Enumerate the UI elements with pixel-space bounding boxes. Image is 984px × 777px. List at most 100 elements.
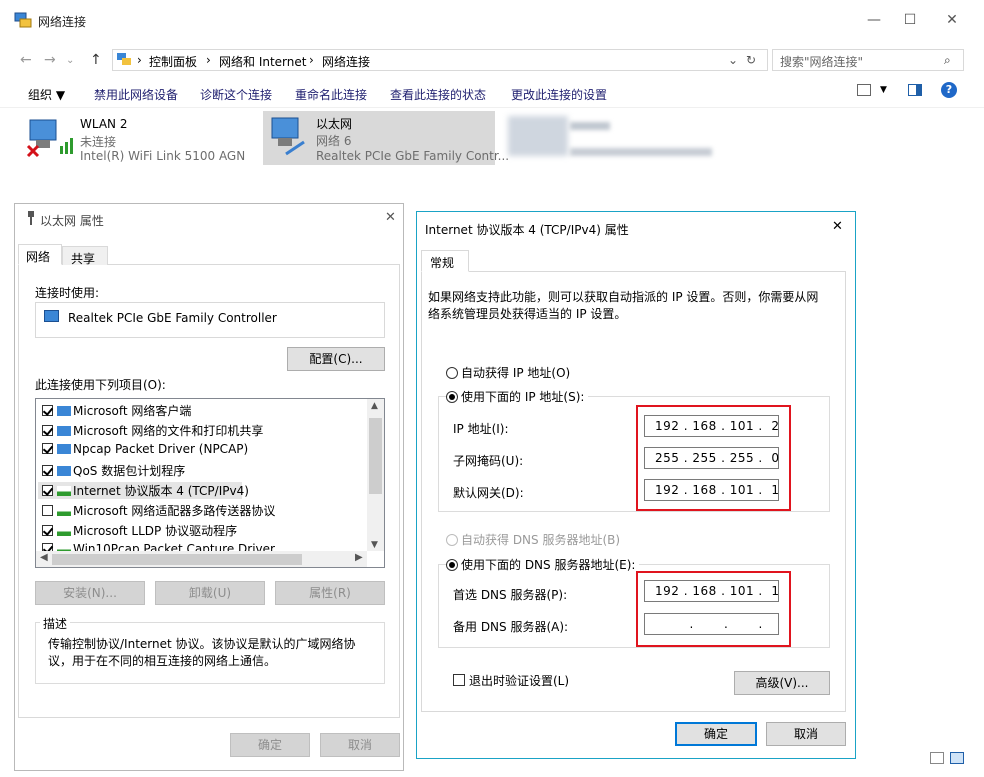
properties-button[interactable]: 属性(R) [275,581,385,605]
manual-ip-option[interactable]: 使用下面的 IP 地址(S): [446,388,589,405]
checkbox[interactable] [42,443,53,454]
details-view-icon[interactable] [930,752,944,764]
manual-dns-option[interactable]: 使用下面的 DNS 服务器地址(E): [446,556,640,573]
list-item[interactable]: Microsoft 网络适配器多路传送器协议 [42,502,275,519]
wlan-adapter-icon[interactable] [26,116,74,162]
rename-button[interactable]: 重命名此连接 [295,86,367,103]
network-client-icon [57,426,71,436]
breadcrumb-control-panel[interactable]: 控制面板 [149,53,197,70]
validate-checkbox[interactable] [453,674,465,686]
auto-dns-label: 自动获得 DNS 服务器地址(B) [461,533,621,547]
blurred-connection-adapter [570,148,712,156]
network-connections-icon [14,12,32,28]
ethernet-cancel-button[interactable]: 取消 [320,733,400,757]
protocol-icon [57,486,71,496]
ipv4-cancel-button[interactable]: 取消 [766,722,846,746]
checkbox[interactable] [42,485,53,496]
scroll-right-icon[interactable]: ▶ [355,552,363,563]
preferred-dns-label: 首选 DNS 服务器(P): [453,588,568,602]
scroll-up-icon[interactable]: ▲ [371,401,378,411]
diagnose-button[interactable]: 诊断这个连接 [200,86,272,103]
list-item-label: Microsoft 网络客户端 [73,404,192,418]
address-dropdown-icon[interactable]: ⌄ [728,53,738,67]
manual-dns-radio[interactable] [446,559,458,571]
scroll-left-icon[interactable]: ◀ [40,552,48,563]
ethernet-dialog-close-icon[interactable]: ✕ [385,210,396,225]
refresh-icon[interactable]: ↻ [746,53,756,67]
view-dropdown-icon[interactable]: ▼ [880,85,887,95]
install-button[interactable]: 安装(N)... [35,581,145,605]
uninstall-button[interactable]: 卸载(U) [155,581,265,605]
preview-pane-icon[interactable] [908,84,922,96]
auto-ip-option[interactable]: 自动获得 IP 地址(O) [446,364,570,381]
list-item-label: Win10Pcap Packet Capture Driver [73,542,275,551]
list-item[interactable]: QoS 数据包计划程序 [42,462,185,479]
disable-device-button[interactable]: 禁用此网络设备 [94,86,178,103]
vertical-scroll-thumb[interactable] [369,418,382,494]
list-item[interactable]: Microsoft LLDP 协议驱动程序 [42,522,237,539]
checkbox[interactable] [42,543,53,551]
ip-highlight-box [636,405,791,511]
list-item[interactable]: Npcap Packet Driver (NPCAP) [42,442,248,456]
search-icon[interactable]: ⌕ [944,53,951,68]
wlan-name: WLAN 2 [80,117,128,131]
breadcrumb-network-connections[interactable]: 网络连接 [322,53,370,70]
tab-network[interactable]: 网络 [18,244,62,265]
checkbox[interactable] [42,505,53,516]
checkbox[interactable] [42,405,53,416]
recent-chevron-icon[interactable]: ⌄ [66,55,74,66]
forward-arrow-icon[interactable]: → [44,52,56,68]
alternate-dns-label: 备用 DNS 服务器(A): [453,620,569,634]
description-text: 传输控制协议/Internet 协议。该协议是默认的广域网络协议，用于在不同的相… [48,637,356,668]
list-item[interactable]: Win10Pcap Packet Capture Driver [42,542,275,551]
ipv4-intro-text: 如果网络支持此功能，则可以获取自动指派的 IP 设置。否则，你需要从网络系统管理… [428,290,819,321]
adapter-name: Realtek PCIe GbE Family Controller [68,311,277,325]
checkbox[interactable] [42,425,53,436]
ipv4-ok-button[interactable]: 确定 [675,722,757,746]
help-icon[interactable]: ? [941,82,957,98]
blurred-connection-icon [508,116,568,156]
auto-dns-radio[interactable] [446,534,458,546]
default-gateway-label: 默认网关(D): [453,486,524,500]
close-button[interactable]: ✕ [940,12,964,30]
maximize-button[interactable]: ☐ [898,12,922,30]
ethernet-ok-button[interactable]: 确定 [230,733,310,757]
checkbox[interactable] [42,525,53,536]
tab-sharing[interactable]: 共享 [62,246,108,266]
connect-using-label: 连接时使用: [35,286,100,300]
change-settings-button[interactable]: 更改此连接的设置 [511,86,607,103]
network-client-icon [57,466,71,476]
protocol-icon [57,544,71,551]
ethernet-status: 网络 6 [316,134,352,148]
checkbox[interactable] [42,465,53,476]
list-item[interactable]: Microsoft 网络的文件和打印机共享 [42,422,263,439]
list-item-label: Microsoft LLDP 协议驱动程序 [73,524,238,538]
auto-ip-radio[interactable] [446,367,458,379]
view-status-button[interactable]: 查看此连接的状态 [390,86,486,103]
large-icons-view-icon[interactable] [950,752,964,764]
breadcrumb-network-internet[interactable]: 网络和 Internet [219,53,306,70]
view-options-icon[interactable] [857,84,871,96]
search-placeholder: 搜索"网络连接" [780,55,864,69]
minimize-button[interactable]: — [862,12,886,30]
auto-dns-option[interactable]: 自动获得 DNS 服务器地址(B) [446,531,620,548]
wlan-adapter: Intel(R) WiFi Link 5100 AGN [80,149,246,163]
manual-ip-radio[interactable] [446,391,458,403]
organize-menu[interactable]: 组织 ▼ [28,86,65,103]
up-arrow-icon[interactable]: ↑ [90,52,102,68]
ip-address-label: IP 地址(I): [453,422,509,436]
list-item-label: Microsoft 网络适配器多路传送器协议 [73,504,276,518]
configure-button[interactable]: 配置(C)... [287,347,385,371]
back-arrow-icon[interactable]: ← [20,52,32,68]
tab-general[interactable]: 常规 [421,250,469,272]
list-item-selected[interactable]: Internet 协议版本 4 (TCP/IPv4) [38,482,249,499]
list-item-label: Microsoft 网络的文件和打印机共享 [73,424,264,438]
components-list-viewport: Microsoft 网络客户端 Microsoft 网络的文件和打印机共享 Np… [36,399,366,551]
list-item[interactable]: Microsoft 网络客户端 [42,402,191,419]
horizontal-scroll-thumb[interactable] [52,554,302,565]
ipv4-dialog-close-icon[interactable]: ✕ [832,219,843,234]
ethernet-plug-icon [28,211,34,225]
validate-on-exit-option[interactable]: 退出时验证设置(L) [453,672,569,689]
scroll-down-icon[interactable]: ▼ [371,540,378,550]
advanced-button[interactable]: 高级(V)... [734,671,830,695]
